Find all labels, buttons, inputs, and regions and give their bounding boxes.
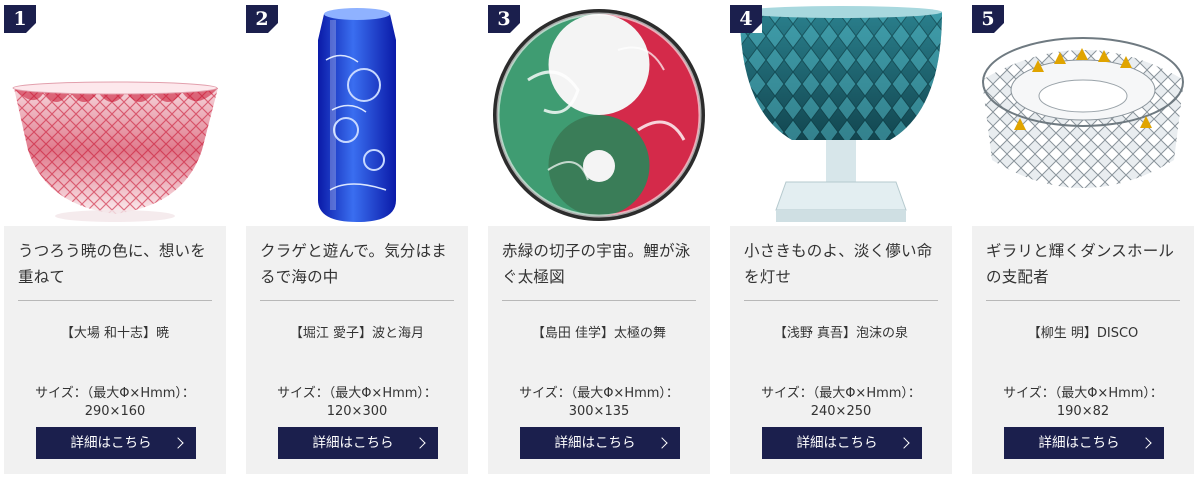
artist-name: 【大場 和十志】暁: [60, 326, 170, 341]
product-card: 2 クラゲと遊んで。気分はまるで海の中 【堀江 愛子】波と海月 サイズ：（最大Φ…: [246, 0, 468, 474]
card-body: クラゲと遊んで。気分はまるで海の中 【堀江 愛子】波と海月 サイズ：（最大Φ×H…: [246, 226, 468, 474]
detail-button[interactable]: 詳細はこちら: [1004, 427, 1164, 459]
card-body: ギラリと輝くダンスホールの支配者 【柳生 明】DISCO サイズ：（最大Φ×Hm…: [972, 226, 1194, 474]
artist-name: 【堀江 愛子】波と海月: [289, 326, 425, 341]
product-card: 3 赤緑の切子の宇宙。鯉が泳ぐ太極図 【島田 佳学】太極の舞 サイズ：（最大Φ×…: [488, 0, 710, 474]
divider: [260, 300, 454, 301]
card-title: 小さきものよ、淡く儚い命を灯せ: [744, 242, 933, 286]
size-label: サイズ：（最大Φ×Hmm）：: [277, 386, 437, 401]
size-label: サイズ：（最大Φ×Hmm）：: [761, 386, 921, 401]
rank-badge: 3: [488, 5, 520, 33]
card-title: うつろう暁の色に、想いを重ねて: [18, 242, 206, 286]
detail-button-label: 詳細はこちら: [70, 435, 152, 451]
product-image[interactable]: [246, 0, 468, 226]
chevron-right-icon: [1140, 437, 1152, 449]
artist-name: 【浅野 真吾】泡沫の泉: [773, 326, 909, 341]
size-value: 290×160: [84, 404, 146, 419]
size-value: 190×82: [1056, 404, 1110, 419]
chevron-right-icon: [898, 437, 910, 449]
product-image[interactable]: [972, 0, 1194, 226]
rank-badge: 4: [730, 5, 762, 33]
card-title: 赤緑の切子の宇宙。鯉が泳ぐ太極図: [502, 242, 691, 286]
card-body: 小さきものよ、淡く儚い命を灯せ 【浅野 真吾】泡沫の泉 サイズ：（最大Φ×Hmm…: [730, 226, 952, 474]
artist-name: 【柳生 明】DISCO: [1027, 326, 1139, 341]
red-cut-glass-bowl-icon: [12, 81, 218, 222]
card-body: うつろう暁の色に、想いを重ねて 【大場 和十志】暁 サイズ：（最大Φ×Hmm）：…: [4, 226, 226, 474]
detail-button[interactable]: 詳細はこちら: [520, 427, 680, 459]
rank-badge: 5: [972, 5, 1004, 33]
rank-badge: 1: [4, 5, 36, 33]
product-card: 1 うつろう暁の色に、想いを重ねて 【大場 和十志】暁 サイズ：（最大Φ×Hmm…: [4, 0, 226, 474]
product-card: 5 ギラリと輝くダンスホールの支配者 【柳生 明】DISCO サイズ：（最大Φ×…: [972, 0, 1194, 474]
size-label: サイズ：（最大Φ×Hmm）：: [1003, 386, 1163, 401]
product-card: 4 小さきものよ、淡く儚い命を灯せ 【浅野 真吾】泡沫の泉 サイズ：（最大Φ×H…: [730, 0, 952, 474]
card-title: ギラリと輝くダンスホールの支配者: [986, 242, 1175, 286]
detail-button[interactable]: 詳細はこちら: [36, 427, 196, 459]
teal-footed-bowl-icon: [740, 6, 942, 222]
detail-button-label: 詳細はこちら: [312, 435, 394, 451]
chevron-right-icon: [414, 437, 426, 449]
red-green-koi-plate-icon: [493, 9, 705, 221]
size-value: 120×300: [326, 404, 388, 419]
size-value: 300×135: [568, 404, 630, 419]
size-value: 240×250: [810, 404, 872, 419]
divider: [744, 300, 938, 301]
product-ranking-grid: 1 うつろう暁の色に、想いを重ねて 【大場 和十志】暁 サイズ：（最大Φ×Hmm…: [0, 0, 1200, 480]
detail-button-label: 詳細はこちら: [796, 435, 878, 451]
card-body: 赤緑の切子の宇宙。鯉が泳ぐ太極図 【島田 佳学】太極の舞 サイズ：（最大Φ×Hm…: [488, 226, 710, 474]
card-title: クラゲと遊んで。気分はまるで海の中: [260, 242, 448, 286]
chevron-right-icon: [172, 437, 184, 449]
size-label: サイズ：（最大Φ×Hmm）：: [519, 386, 679, 401]
divider: [502, 300, 696, 301]
crystal-disco-bowl-icon: [982, 37, 1184, 188]
detail-button[interactable]: 詳細はこちら: [762, 427, 922, 459]
product-image[interactable]: [730, 0, 952, 226]
detail-button-label: 詳細はこちら: [1038, 435, 1120, 451]
detail-button[interactable]: 詳細はこちら: [278, 427, 438, 459]
divider: [986, 300, 1180, 301]
chevron-right-icon: [656, 437, 668, 449]
product-image[interactable]: [4, 0, 226, 226]
blue-jellyfish-vase-icon: [318, 8, 396, 222]
rank-badge: 2: [246, 5, 278, 33]
divider: [18, 300, 212, 301]
size-label: サイズ：（最大Φ×Hmm）：: [35, 386, 195, 401]
artist-name: 【島田 佳学】太極の舞: [531, 326, 667, 341]
detail-button-label: 詳細はこちら: [554, 435, 636, 451]
product-image[interactable]: [488, 0, 710, 226]
